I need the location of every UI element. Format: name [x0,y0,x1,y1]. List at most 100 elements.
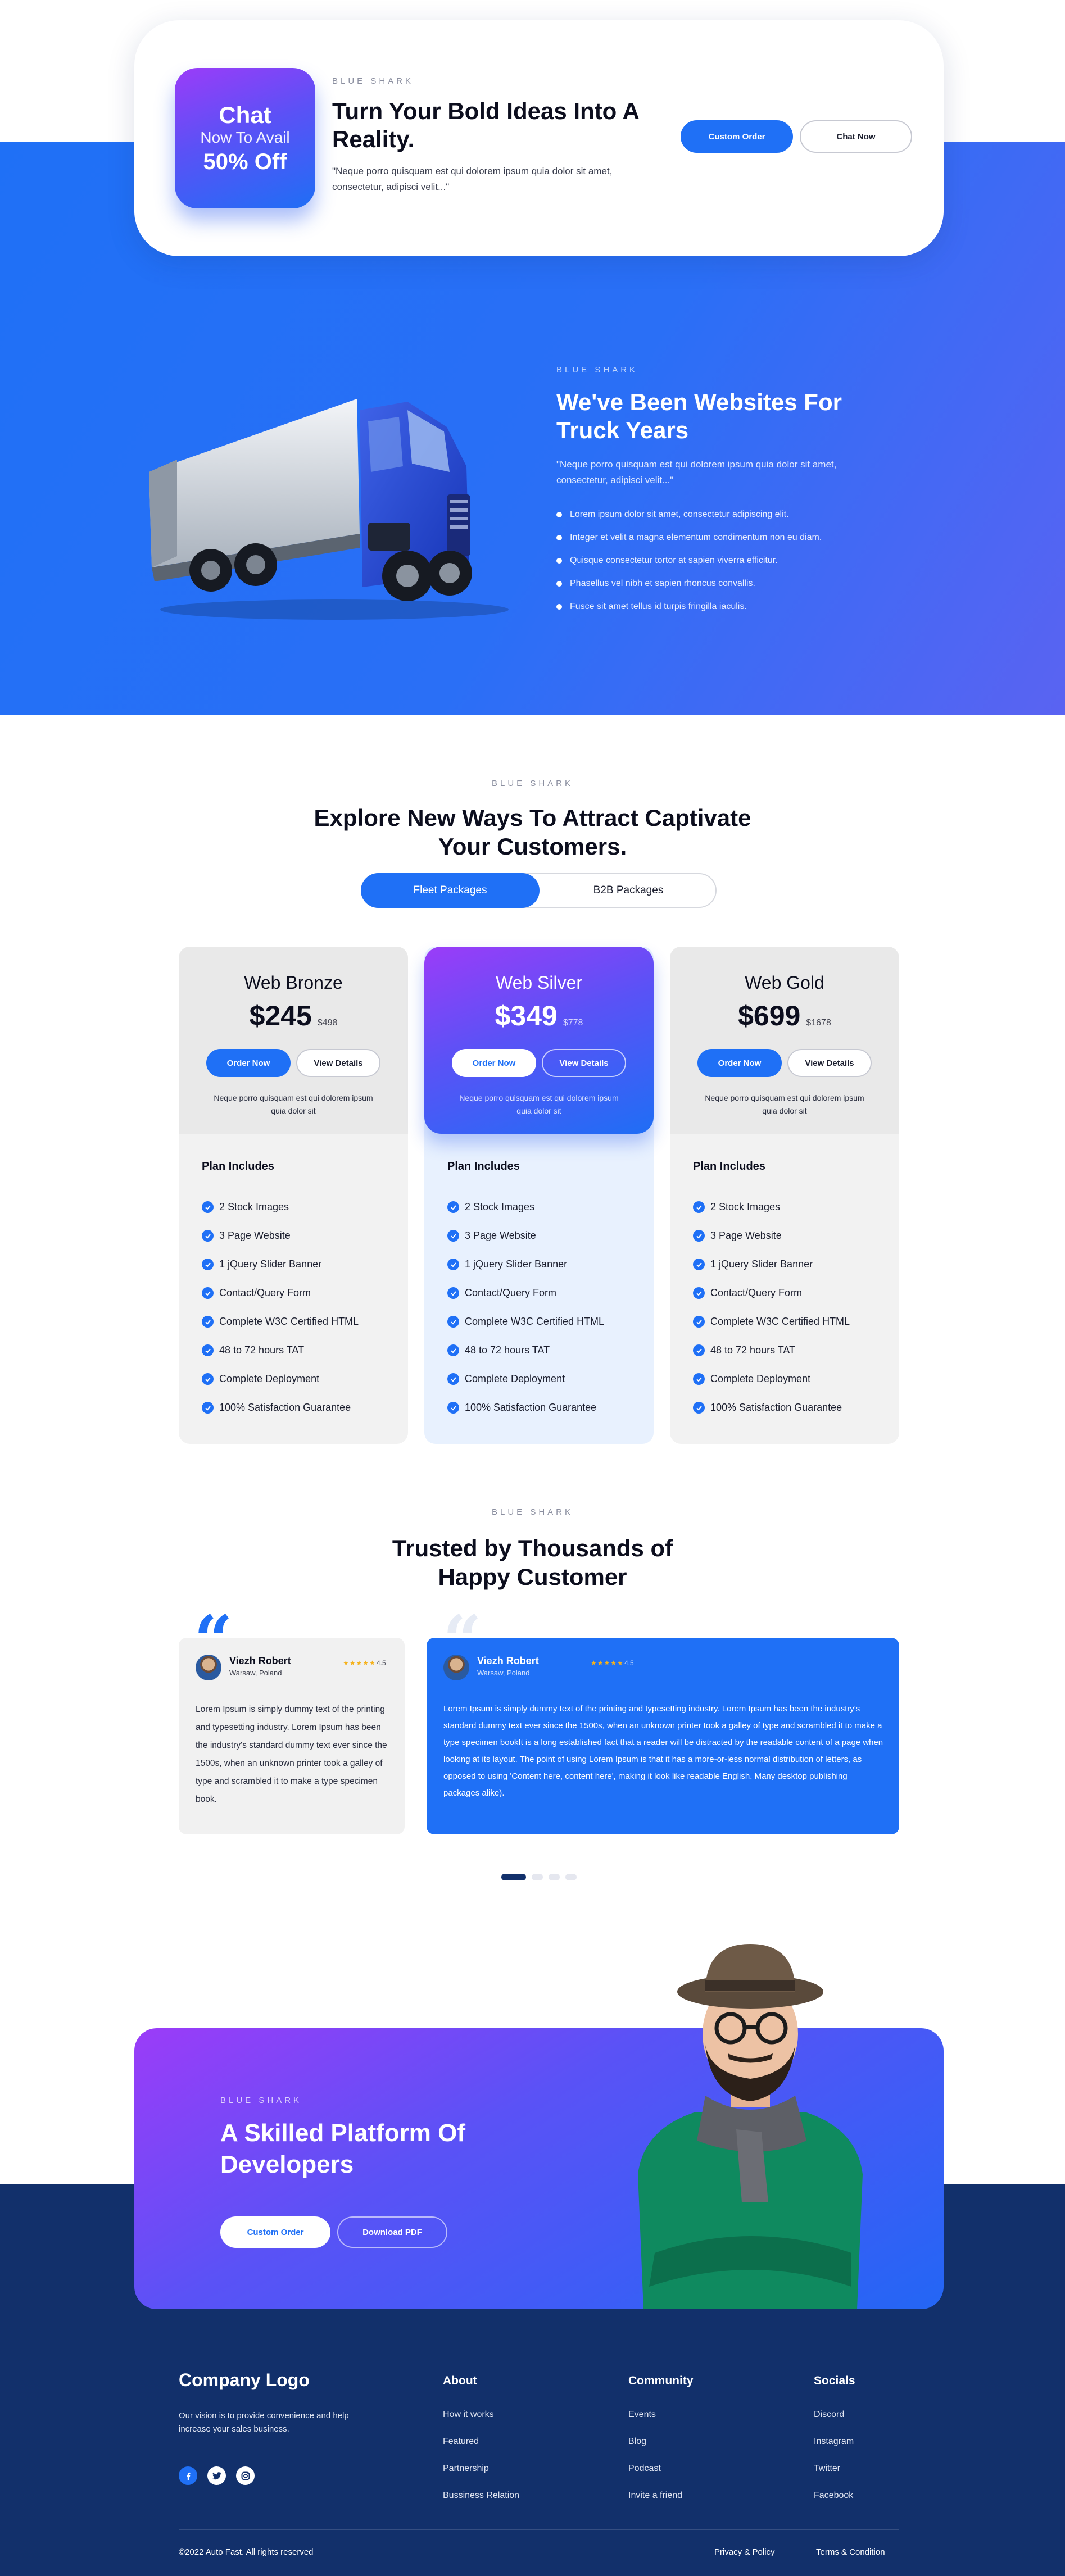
truck-image [149,399,509,620]
cta-title: A Skilled Platform Of Developers [220,2119,466,2178]
feature-item: 1 jQuery Slider Banner [447,1250,604,1279]
order-now-button[interactable]: Order Now [697,1049,782,1077]
cta-eyebrow: BLUE SHARK [220,2096,302,2105]
cta-custom-order-button[interactable]: Custom Order [220,2216,330,2248]
check-icon [447,1201,459,1213]
order-now-button[interactable]: Order Now [452,1049,536,1077]
feature-item: 48 to 72 hours TAT [202,1336,359,1365]
trucks-eyebrow: BLUE SHARK [556,365,638,375]
review-text: Lorem Ipsum is simply dummy text of the … [443,1704,883,1798]
bullet-dot-icon [556,557,562,564]
footer-link[interactable]: Invite a friend [628,2489,694,2502]
plan-name: Web Bronze [244,973,343,993]
footer-link[interactable]: Partnership [443,2463,519,2475]
bullet-dot-icon [556,580,562,587]
feature-item: 2 Stock Images [447,1193,604,1221]
chat-now-button[interactable]: Chat Now [800,120,912,153]
plan-includes-title: Plan Includes [202,1160,274,1173]
feature-item: 1 jQuery Slider Banner [202,1250,359,1279]
reviewer-location: Warsaw, Poland [477,1669,530,1677]
footer-link[interactable]: Events [628,2409,694,2421]
feature-item: Contact/Query Form [447,1279,604,1307]
carousel-dot[interactable] [549,1874,560,1880]
terms-link[interactable]: Terms & Condition [816,2547,885,2557]
feature-item: Complete Deployment [693,1365,850,1393]
footer-column-about: About How it works Featured Partnership … [443,2374,519,2502]
plan-header: Web Gold $699 $1678 Order Now View Detail… [670,947,899,1134]
plan-feature-list: 2 Stock Images 3 Page Website 1 jQuery S… [202,1193,359,1422]
footer-link[interactable]: Bussiness Relation [443,2489,519,2502]
chat-actions: Custom Order Chat Now [681,120,912,153]
check-icon [693,1402,705,1414]
plan-old-price: $498 [317,1018,338,1028]
feature-item: 2 Stock Images [693,1193,850,1221]
plan-blurb: Neque porro quisquam est qui dolorem ips… [459,1093,619,1115]
plan-card-bronze: Web Bronze $245 $498 Order Now View Detai… [179,947,408,1444]
footer-link[interactable]: Podcast [628,2463,694,2475]
social-icons [179,2466,255,2485]
rating-value: 4.5 [624,1659,634,1667]
check-icon [202,1201,214,1213]
chat-eyebrow: BLUE SHARK [332,76,414,86]
footer-link[interactable]: Instagram [814,2436,855,2448]
footer-link[interactable]: How it works [443,2409,519,2421]
testimonials-eyebrow: BLUE SHARK [491,1507,574,1517]
carousel-dot[interactable] [532,1874,543,1880]
package-tabs: Fleet Packages B2B Packages [361,873,717,908]
feature-item: 48 to 72 hours TAT [447,1336,604,1365]
footer-link[interactable]: Facebook [814,2489,855,2502]
feature-item: 3 Page Website [447,1221,604,1250]
footer-link[interactable]: Twitter [814,2463,855,2475]
feature-item: Complete W3C Certified HTML [447,1307,604,1336]
trucks-bullet-list: Lorem ipsum dolor sit amet, consectetur … [556,503,882,618]
star-rating-icon: ★★★★★ [591,1659,624,1667]
plan-header: Web Bronze $245 $498 Order Now View Detai… [179,947,408,1134]
cta-text-block: BLUE SHARK A Skilled Platform Of Develop… [220,2096,513,2180]
copyright-text: ©2022 Auto Fast. All rights reserved [179,2547,314,2557]
check-icon [202,1230,214,1242]
footer-logo[interactable]: Company Logo [179,2370,310,2391]
plan-card-silver: Web Silver $349 $778 Order Now View Detai… [424,947,654,1444]
privacy-policy-link[interactable]: Privacy & Policy [714,2547,775,2557]
badge-discount: 50% Off [203,149,287,174]
feature-item: 100% Satisfaction Guarantee [202,1393,359,1422]
pricing-title: Explore New Ways To Attract Captivate Yo… [314,805,751,860]
bullet-item: Lorem ipsum dolor sit amet, consectetur … [556,503,882,526]
bullet-item: Quisque consectetur tortor at sapien viv… [556,549,882,572]
reviewer-name: Viezh Robert [229,1655,291,1666]
tab-fleet-packages[interactable]: Fleet Packages [361,873,540,908]
chat-offer-badge[interactable]: Chat Now To Avail 50% Off [175,68,315,208]
check-icon [693,1316,705,1328]
instagram-icon[interactable] [236,2466,255,2485]
review-text: Lorem Ipsum is simply dummy text of the … [196,1705,387,1804]
view-details-button[interactable]: View Details [542,1049,626,1077]
feature-item: 3 Page Website [202,1221,359,1250]
view-details-button[interactable]: View Details [787,1049,872,1077]
carousel-dot-active[interactable] [501,1874,526,1880]
plan-blurb: Neque porro quisquam est qui dolorem ips… [214,1093,373,1115]
plan-feature-list: 2 Stock Images 3 Page Website 1 jQuery S… [447,1193,604,1422]
star-rating-icon: ★★★★★ [343,1659,376,1667]
trucks-title: We've Been Websites For Truck Years [556,389,842,443]
plan-price: $699 [738,1000,801,1032]
footer-link[interactable]: Featured [443,2436,519,2448]
twitter-icon[interactable] [207,2466,226,2485]
carousel-dot[interactable] [565,1874,577,1880]
plan-header: Web Silver $349 $778 Order Now View Detai… [424,947,654,1134]
custom-order-button[interactable]: Custom Order [681,120,793,153]
download-pdf-button[interactable]: Download PDF [337,2216,447,2248]
check-icon [202,1373,214,1385]
chat-text-block: BLUE SHARK Turn Your Bold Ideas Into A R… [332,76,652,195]
check-icon [202,1344,214,1356]
footer-column-socials: Socials Discord Instagram Twitter Facebo… [814,2374,855,2502]
footer-link[interactable]: Discord [814,2409,855,2421]
facebook-icon[interactable] [179,2466,197,2485]
plan-price: $349 [495,1000,558,1032]
tab-b2b-packages[interactable]: B2B Packages [539,873,718,908]
order-now-button[interactable]: Order Now [206,1049,291,1077]
feature-item: 100% Satisfaction Guarantee [693,1393,850,1422]
footer-link[interactable]: Blog [628,2436,694,2448]
feature-item: 3 Page Website [693,1221,850,1250]
view-details-button[interactable]: View Details [296,1049,380,1077]
plan-card-gold: Web Gold $699 $1678 Order Now View Detail… [670,947,899,1444]
